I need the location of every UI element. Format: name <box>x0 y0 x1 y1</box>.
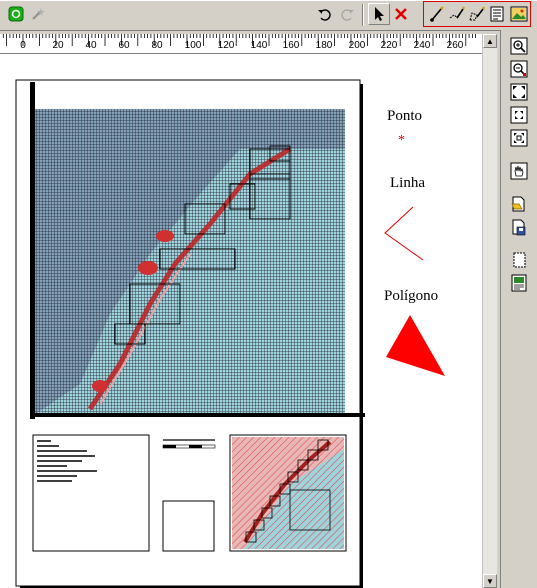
line-symbol-sample <box>384 206 424 261</box>
page-setup-icon[interactable] <box>509 250 529 270</box>
ruler-label: 0 <box>20 40 26 51</box>
save-layout-icon[interactable] <box>509 217 529 237</box>
scroll-down-arrow-icon[interactable]: ▼ <box>483 574 497 588</box>
point-legend-label: Ponto <box>387 108 423 124</box>
right-toolbar <box>500 30 537 588</box>
ruler-label: 160 <box>282 40 300 51</box>
main-map-frame[interactable] <box>30 82 365 419</box>
point-symbol-sample: * <box>398 133 405 148</box>
ruler-label: 260 <box>446 40 464 51</box>
ruler-label: 220 <box>380 40 398 51</box>
open-layout-icon[interactable] <box>509 194 529 214</box>
draw-polygon-icon[interactable] <box>466 3 488 25</box>
ruler-label: 100 <box>184 40 202 51</box>
vertical-scrollbar[interactable]: ▲ ▼ <box>482 34 497 588</box>
ruler-label: 180 <box>315 40 333 51</box>
polygon-symbol-sample <box>386 315 445 376</box>
north-arrow-box[interactable] <box>162 500 215 552</box>
draw-tools-group <box>423 1 531 27</box>
insert-image-icon[interactable] <box>508 3 530 25</box>
zoom-fit-icon[interactable] <box>509 105 529 125</box>
draw-line-icon[interactable] <box>446 3 468 25</box>
polygon-legend-label: Polígono <box>384 288 439 304</box>
delete-x-icon[interactable] <box>390 3 412 25</box>
ruler-label: 200 <box>348 40 366 51</box>
layout-canvas[interactable]: Ponto * Linha Polígono <box>0 54 482 588</box>
zoom-selection-icon[interactable] <box>509 128 529 148</box>
draw-point-icon[interactable] <box>426 3 448 25</box>
ruler-label: 240 <box>413 40 431 51</box>
map-legend-box[interactable] <box>32 434 150 552</box>
ruler-label: 20 <box>52 40 64 51</box>
ruler-label: 80 <box>151 40 163 51</box>
ruler-label: 40 <box>85 40 97 51</box>
undo-icon[interactable] <box>313 3 335 25</box>
green-app-icon[interactable] <box>5 3 27 25</box>
wand-icon[interactable] <box>27 3 49 25</box>
overview-map[interactable] <box>229 434 347 552</box>
ruler-label: 140 <box>250 40 268 51</box>
zoom-out-icon[interactable] <box>509 59 529 79</box>
ruler-label: 120 <box>217 40 235 51</box>
pan-hand-icon[interactable] <box>509 161 529 181</box>
main-toolbar <box>0 0 537 31</box>
redo-icon[interactable] <box>337 3 359 25</box>
ruler-label: 60 <box>118 40 130 51</box>
print-preview-icon[interactable] <box>509 273 529 293</box>
scroll-up-arrow-icon[interactable]: ▲ <box>483 34 497 48</box>
horizontal-ruler: 0 20 40 60 80 100 120 140 160 180 200 22… <box>0 34 482 54</box>
zoom-in-icon[interactable] <box>509 36 529 56</box>
select-arrow-icon[interactable] <box>368 3 390 25</box>
insert-text-icon[interactable] <box>486 3 508 25</box>
line-legend-label: Linha <box>390 175 425 191</box>
zoom-full-icon[interactable] <box>509 82 529 102</box>
